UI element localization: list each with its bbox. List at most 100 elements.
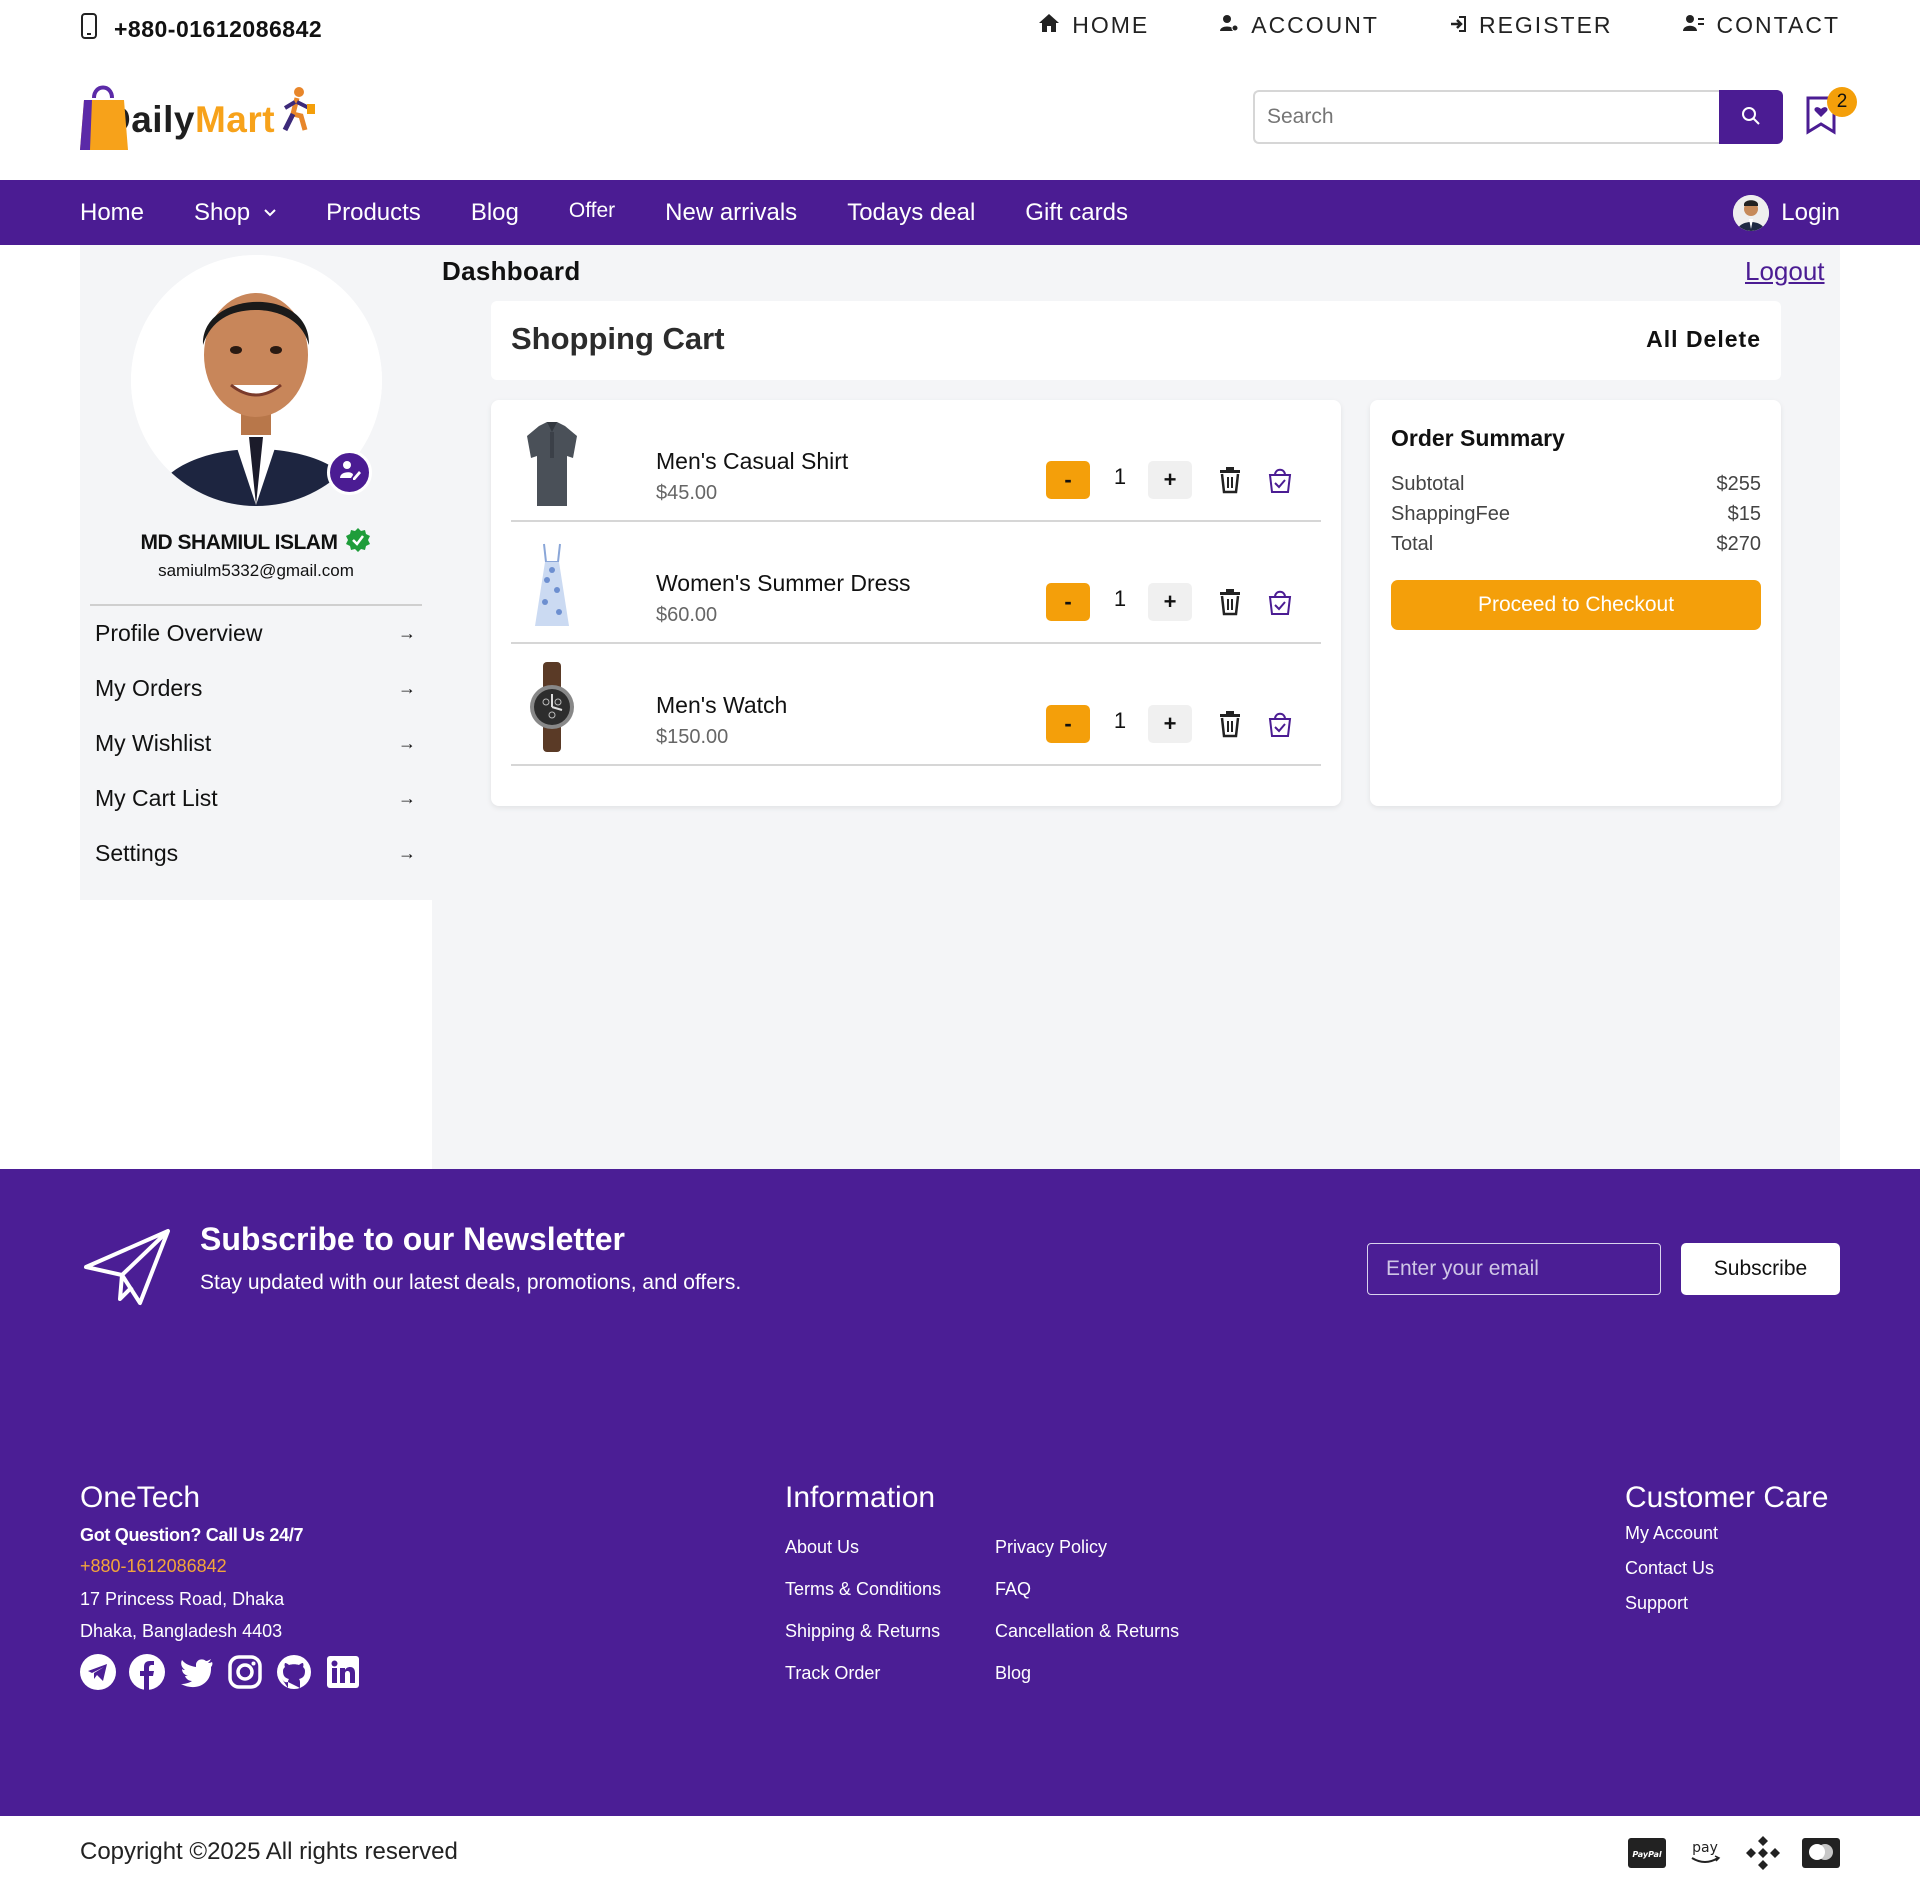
footer-link-terms[interactable]: Terms & Conditions — [785, 1579, 995, 1600]
top-link-account[interactable]: ACCOUNT — [1219, 12, 1379, 39]
facebook-icon[interactable] — [129, 1654, 165, 1690]
profile-name: MD SHAMIUL ISLAM — [80, 527, 432, 559]
nav-shop[interactable]: Shop — [194, 199, 276, 227]
newsletter-email-input[interactable] — [1367, 1243, 1661, 1295]
cart-item: Women's Summer Dress $60.00 - 1 + — [511, 522, 1321, 644]
top-link-register[interactable]: REGISTER — [1449, 12, 1613, 39]
site-logo[interactable]: DailyMart — [80, 80, 320, 154]
shirt-image — [517, 418, 587, 508]
subtotal-label: Subtotal — [1391, 473, 1465, 495]
decrease-quantity-button[interactable]: - — [1046, 461, 1090, 499]
shipping-fee-line: ShappingFee $15 — [1391, 503, 1761, 526]
mobile-phone-icon — [80, 12, 98, 46]
footer-link-my-account[interactable]: My Account — [1625, 1523, 1840, 1544]
main-nav: Home Shop Products Blog Offer New arriva… — [0, 180, 1920, 245]
trash-icon[interactable] — [1217, 588, 1243, 616]
svg-text:pay: pay — [1692, 1840, 1718, 1856]
trash-icon[interactable] — [1217, 466, 1243, 494]
user-edit-icon — [339, 459, 361, 486]
footer-address-line-1: 17 Princess Road, Dhaka — [80, 1589, 285, 1609]
menu-my-orders[interactable]: My Orders → — [90, 661, 422, 716]
amazon-pay-icon: pay — [1686, 1838, 1724, 1868]
edit-avatar-button[interactable] — [327, 450, 372, 495]
sign-in-icon — [1449, 12, 1467, 39]
order-summary-title: Order Summary — [1391, 425, 1565, 451]
shipping-fee-label: ShappingFee — [1391, 503, 1510, 525]
footer-link-about-us[interactable]: About Us — [785, 1537, 995, 1558]
binance-icon — [1744, 1834, 1782, 1872]
footer-link-support[interactable]: Support — [1625, 1593, 1840, 1614]
total-line: Total $270 — [1391, 533, 1761, 556]
decrease-quantity-button[interactable]: - — [1046, 583, 1090, 621]
verified-badge-icon — [345, 527, 371, 559]
top-link-home[interactable]: HOME — [1038, 12, 1149, 39]
footer-link-cancellation-returns[interactable]: Cancellation & Returns — [995, 1621, 1255, 1642]
checkout-button[interactable]: Proceed to Checkout — [1391, 580, 1761, 630]
top-link-register-label: REGISTER — [1478, 12, 1613, 38]
shopping-bag-check-icon[interactable] — [1267, 588, 1293, 616]
footer-link-contact-us[interactable]: Contact Us — [1625, 1558, 1840, 1579]
search-input[interactable] — [1253, 90, 1719, 144]
footer-phone[interactable]: +880-1612086842 — [80, 1556, 361, 1577]
subtotal-value: $255 — [1716, 473, 1762, 495]
github-icon[interactable] — [276, 1654, 312, 1690]
logout-link[interactable]: Logout — [1745, 256, 1825, 287]
nav-todays-deal[interactable]: Todays deal — [847, 199, 975, 227]
nav-gift-cards[interactable]: Gift cards — [1025, 199, 1128, 227]
instagram-icon[interactable] — [227, 1654, 263, 1690]
dress-image — [517, 540, 587, 630]
increase-quantity-button[interactable]: + — [1148, 705, 1192, 743]
increase-quantity-button[interactable]: + — [1148, 583, 1192, 621]
footer-link-blog[interactable]: Blog — [995, 1663, 1255, 1684]
shopping-bag-logo-icon — [80, 85, 128, 150]
top-phone-number: +880-01612086842 — [114, 15, 323, 42]
menu-settings[interactable]: Settings → — [90, 826, 422, 881]
footer-information-column: Information About Us Privacy Policy Term… — [785, 1481, 1255, 1684]
search-button[interactable] — [1719, 90, 1783, 144]
newsletter-section: Subscribe to our Newsletter Stay updated… — [0, 1169, 1920, 1379]
delete-all-button[interactable]: All Delete — [1646, 326, 1761, 353]
shopping-bag-check-icon[interactable] — [1267, 466, 1293, 494]
nav-login[interactable]: Login — [1733, 193, 1840, 233]
footer-link-track-order[interactable]: Track Order — [785, 1663, 995, 1684]
wishlist-count-badge: 2 — [1827, 87, 1857, 117]
menu-my-cart-list[interactable]: My Cart List → — [90, 771, 422, 826]
nav-products[interactable]: Products — [326, 199, 421, 227]
top-link-home-label: HOME — [1072, 12, 1150, 38]
nav-login-label: Login — [1781, 199, 1840, 226]
total-label: Total — [1391, 533, 1434, 555]
footer-link-faq[interactable]: FAQ — [995, 1579, 1255, 1600]
decrease-quantity-button[interactable]: - — [1046, 705, 1090, 743]
menu-label: My Orders — [95, 675, 203, 701]
cart-item-name: Men's Casual Shirt — [656, 448, 849, 474]
footer-address-line-2: Dhaka, Bangladesh 4403 — [80, 1621, 283, 1641]
menu-my-wishlist[interactable]: My Wishlist → — [90, 716, 422, 771]
nav-new-arrivals[interactable]: New arrivals — [665, 199, 797, 227]
trash-icon[interactable] — [1217, 710, 1243, 738]
footer-link-privacy-policy[interactable]: Privacy Policy — [995, 1537, 1255, 1558]
shopping-bag-check-icon[interactable] — [1267, 710, 1293, 738]
search-icon — [1741, 106, 1761, 129]
nav-home[interactable]: Home — [80, 199, 144, 227]
nav-shop-label: Shop — [194, 198, 251, 226]
wishlist-button[interactable]: 2 — [1805, 87, 1857, 139]
top-link-contact[interactable]: CONTACT — [1682, 12, 1840, 39]
quantity-value: 1 — [1113, 464, 1127, 489]
search-bar — [1253, 90, 1783, 144]
arrow-right-icon: → — [398, 623, 416, 643]
cart-item-name: Men's Watch — [656, 692, 788, 718]
twitter-icon[interactable] — [178, 1654, 214, 1690]
home-icon — [1038, 12, 1060, 39]
mastercard-icon — [1802, 1838, 1840, 1868]
menu-label: My Wishlist — [95, 730, 212, 756]
linkedin-icon[interactable] — [325, 1654, 361, 1690]
menu-profile-overview[interactable]: Profile Overview → — [90, 606, 422, 661]
social-links — [80, 1654, 361, 1690]
telegram-icon[interactable] — [80, 1654, 116, 1690]
increase-quantity-button[interactable]: + — [1148, 461, 1192, 499]
arrow-right-icon: → — [398, 733, 416, 753]
nav-offer[interactable]: Offer — [569, 199, 615, 223]
nav-blog[interactable]: Blog — [471, 199, 519, 227]
footer-link-shipping-returns[interactable]: Shipping & Returns — [785, 1621, 995, 1642]
subscribe-button[interactable]: Subscribe — [1681, 1243, 1840, 1295]
